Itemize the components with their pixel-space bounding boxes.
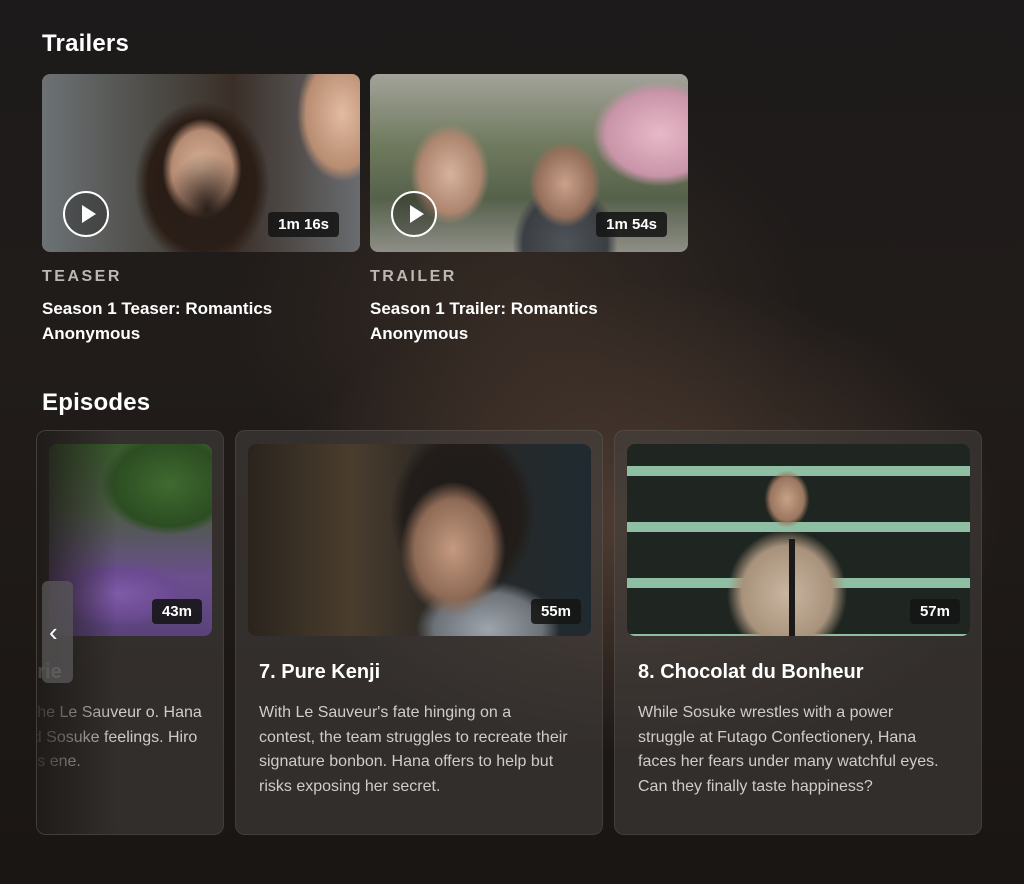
duration-badge: 1m 54s — [596, 212, 667, 237]
trailer-kind-label: TEASER — [42, 268, 122, 285]
trailer-kind-label: TRAILER — [370, 268, 457, 285]
trailer-title[interactable]: Season 1 Teaser: Romantics Anonymous — [42, 296, 360, 346]
duration-badge: 43m — [151, 599, 202, 624]
duration-badge: 1m 16s — [268, 212, 339, 237]
episode-card-8[interactable]: 57m 8. Chocolat du Bonheur While Sosuke … — [614, 430, 982, 835]
trailer-card-trailer[interactable]: 1m 54s TRAILER Season 1 Trailer: Romanti… — [370, 74, 688, 346]
trailer-thumbnail[interactable]: 1m 16s — [42, 74, 360, 252]
episode-thumbnail[interactable]: 57m — [627, 444, 970, 636]
episodes-heading: Episodes — [42, 389, 151, 416]
trailer-card-teaser[interactable]: 1m 16s TEASER Season 1 Teaser: Romantics… — [42, 74, 360, 346]
episode-thumbnail[interactable]: 43m — [49, 444, 212, 636]
microphone-stand — [789, 539, 795, 636]
episode-card-7[interactable]: 55m 7. Pure Kenji With Le Sauveur's fate… — [235, 430, 603, 835]
episode-title: 8. Chocolat du Bonheur — [638, 661, 864, 683]
episode-description: While Sosuke wrestles with a power strug… — [638, 704, 939, 795]
trailer-title[interactable]: Season 1 Trailer: Romantics Anonymous — [370, 296, 688, 346]
play-icon[interactable] — [391, 191, 437, 237]
duration-badge: 57m — [909, 599, 960, 624]
chevron-left-icon: ‹ — [49, 617, 58, 647]
scroll-left-button[interactable]: ‹ — [42, 581, 73, 683]
trailers-heading: Trailers — [42, 30, 129, 57]
trailer-thumbnail[interactable]: 1m 54s — [370, 74, 688, 252]
episode-description: With Le Sauveur's fate hinging on a cont… — [259, 704, 568, 795]
duration-badge: 55m — [530, 599, 581, 624]
episode-title: 7. Pure Kenji — [259, 661, 381, 683]
episode-description: n, the Le Sauveur o. Hana and Sosuke fee… — [37, 704, 202, 770]
play-icon[interactable] — [63, 191, 109, 237]
episode-thumbnail[interactable]: 55m — [248, 444, 591, 636]
